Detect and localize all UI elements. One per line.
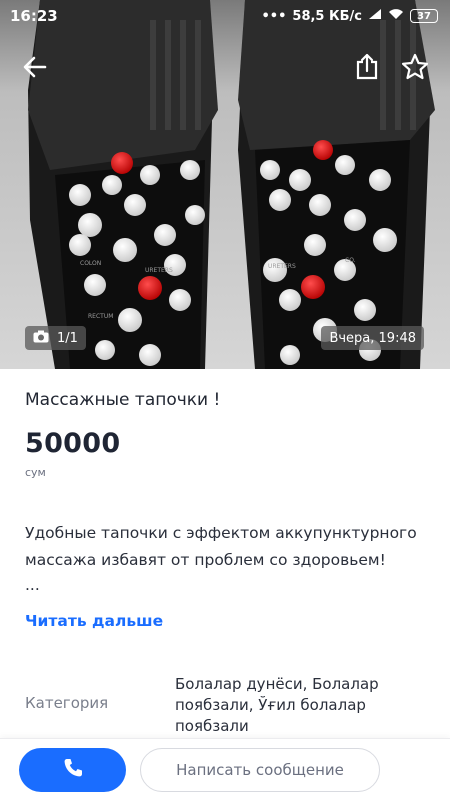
- listing-photo[interactable]: COLON URETERS URETERS RECTUM CO. 16:23 •…: [0, 0, 450, 369]
- svg-text:COLON: COLON: [80, 260, 101, 267]
- bottom-action-bar: Написать сообщение: [0, 738, 450, 800]
- svg-text:URETERS: URETERS: [268, 263, 296, 270]
- photo-counter: 1/1: [25, 326, 86, 350]
- status-time: 16:23: [10, 7, 58, 25]
- phone-icon: [62, 757, 84, 783]
- battery-level: 37: [417, 10, 431, 22]
- battery-icon: 37: [410, 9, 438, 23]
- category-label: Категория: [25, 694, 109, 712]
- camera-icon: [33, 330, 49, 347]
- photo-counter-text: 1/1: [57, 330, 78, 346]
- status-right: ••• 58,5 КБ/с 37: [261, 8, 438, 24]
- photo-toolbar: [0, 44, 450, 88]
- listing-price: 50000: [25, 428, 121, 459]
- svg-text:URETERS: URETERS: [145, 267, 173, 274]
- wifi-icon: [388, 8, 404, 24]
- call-button[interactable]: [19, 748, 126, 792]
- description-ellipsis: ...: [25, 576, 40, 594]
- share-icon[interactable]: [353, 52, 381, 82]
- read-more-link[interactable]: Читать дальше: [25, 612, 163, 630]
- posted-date: Вчера, 19:48: [321, 326, 424, 350]
- listing-description: Удобные тапочки с эффектом аккупунктурно…: [25, 524, 417, 569]
- price-currency: сум: [25, 466, 46, 479]
- status-bar: 16:23 ••• 58,5 КБ/с 37: [0, 0, 450, 32]
- write-message-button[interactable]: Написать сообщение: [140, 748, 380, 792]
- favorite-star-icon[interactable]: [400, 52, 430, 82]
- svg-text:CO.: CO.: [345, 257, 356, 264]
- svg-text:RECTUM: RECTUM: [88, 313, 113, 320]
- listing-title: Массажные тапочки !: [25, 390, 221, 410]
- signal-icon: [368, 8, 382, 24]
- back-arrow-icon[interactable]: [20, 52, 50, 82]
- network-speed: 58,5 КБ/с: [292, 8, 362, 24]
- category-value: Болалар дунёси, Болалар поябзали, Ўғил б…: [175, 675, 379, 735]
- dots-icon: •••: [261, 8, 287, 24]
